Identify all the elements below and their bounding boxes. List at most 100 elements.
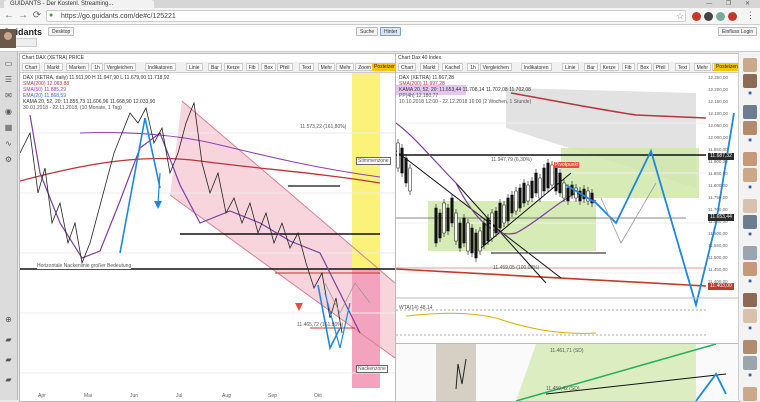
document-icon[interactable]: ◼: [745, 325, 755, 330]
x-tick-label: Mai: [84, 393, 92, 399]
toolbar-button[interactable]: Mehr: [693, 63, 711, 71]
avatar[interactable]: [743, 215, 757, 229]
toolbar-button[interactable]: Fib: [245, 63, 259, 71]
toolbar-button[interactable]: Fib: [621, 63, 635, 71]
candle: [446, 207, 450, 232]
url-bar[interactable]: https://go.guidants.com/de#c/125221: [46, 10, 686, 22]
avatar[interactable]: [743, 387, 757, 401]
window-controls[interactable]: — ❐ ✕: [706, 0, 756, 8]
document-icon[interactable]: ◼: [745, 137, 755, 142]
toolbar-button[interactable]: Linie: [186, 63, 203, 71]
toolbar-button[interactable]: Markt: [420, 63, 439, 71]
toolbar-button[interactable]: Chart: [398, 63, 417, 71]
avatar[interactable]: [743, 105, 757, 119]
resistance-zone: [352, 73, 380, 268]
eye-icon[interactable]: ◉: [3, 106, 14, 117]
pivot-label: Pivotpunkt: [554, 162, 580, 168]
candle: [442, 202, 446, 234]
add-icon[interactable]: ⊕: [3, 314, 14, 325]
browser-tab[interactable]: GUIDANTS - Der Kostenl. Streaming...: [4, 0, 154, 8]
x-tick-label: Aug: [222, 393, 231, 399]
document-icon[interactable]: ◼: [745, 278, 755, 283]
toolbar-button[interactable]: Bar: [208, 63, 222, 71]
candle: [522, 182, 526, 204]
avatar[interactable]: [743, 246, 757, 260]
candle: [458, 222, 462, 249]
legend-entry: 30.01.2018 - 22.11.2018, (10 Monate, 1 T…: [23, 105, 122, 111]
toolbar-button[interactable]: Marken: [66, 63, 89, 71]
toolbar-button[interactable]: Vergleichen: [103, 63, 136, 71]
back-arrow-icon[interactable]: ←: [3, 10, 15, 22]
toolbar-button[interactable]: Kerze: [223, 63, 243, 71]
toolbar-button[interactable]: Mehr: [317, 63, 335, 71]
left-chart-canvas[interactable]: Apr Mai Jun Jul Aug Sep Okt: [20, 73, 395, 401]
hinter-button[interactable]: Hinter: [380, 27, 402, 36]
folder-icon[interactable]: ▰: [3, 374, 14, 385]
avatar[interactable]: [743, 58, 757, 72]
toolbar-button[interactable]: Text: [674, 63, 690, 71]
toolbar-button[interactable]: 1h: [467, 63, 479, 71]
chart-icon[interactable]: ∿: [3, 138, 14, 149]
extension-icon[interactable]: [716, 12, 725, 21]
toolbar-button[interactable]: Bar: [584, 63, 598, 71]
right-chart-canvas[interactable]: 12.250,00 12.200,00 12.150,00 12.100,00 12.0…: [396, 73, 739, 344]
avatar[interactable]: [743, 168, 757, 182]
avatar[interactable]: [743, 293, 757, 307]
extension-icon[interactable]: [704, 12, 713, 21]
reload-icon[interactable]: ⟳: [31, 10, 43, 22]
monitor-icon[interactable]: ▭: [3, 58, 14, 69]
avatar[interactable]: [743, 152, 757, 166]
toolbar-button[interactable]: Indikatoren: [520, 63, 552, 71]
toolbar-button[interactable]: Pfeil: [276, 63, 293, 71]
people-icon[interactable]: ☰: [3, 74, 14, 85]
toolbar-button[interactable]: Vergleichen: [479, 63, 512, 71]
document-icon[interactable]: ◼: [745, 184, 755, 189]
candle: [396, 142, 400, 169]
toolbar-button[interactable]: Kachel: [442, 63, 464, 71]
folder-icon[interactable]: ▰: [3, 354, 14, 365]
toolbar-button[interactable]: Text: [298, 63, 314, 71]
right-chart-badge[interactable]: Posteizen: [714, 63, 739, 71]
y-tick-label: 11.500,00: [708, 255, 728, 260]
desktop-button[interactable]: Desktop: [48, 27, 75, 36]
menu-icon[interactable]: ⋮: [746, 10, 755, 21]
toolbar-button[interactable]: Markt: [44, 63, 63, 71]
search-button[interactable]: Suche: [356, 27, 379, 36]
star-icon[interactable]: ☆: [676, 11, 684, 22]
toolbar-button[interactable]: Mehr: [336, 63, 354, 71]
toolbar-button[interactable]: 1h: [91, 63, 103, 71]
folder-icon[interactable]: ▰: [3, 334, 14, 345]
chat-icon[interactable]: ✉: [3, 90, 14, 101]
toolbar-button[interactable]: Box: [637, 63, 652, 71]
toolbar-button[interactable]: Chart: [22, 63, 41, 71]
forward-arrow-icon[interactable]: →: [17, 10, 29, 22]
left-chart-badge[interactable]: Posteizen: [372, 63, 395, 71]
toolbar-button[interactable]: Kerze: [599, 63, 619, 71]
extension-icon[interactable]: [728, 12, 737, 21]
calendar-icon[interactable]: ▦: [3, 122, 14, 133]
document-icon[interactable]: ◼: [745, 231, 755, 236]
indicator-label: WTA(14) 48,14: [399, 305, 433, 311]
url-text: https://go.guidants.com/de#c/125221: [61, 13, 176, 20]
user-login-button[interactable]: Einfluss Login: [718, 27, 758, 36]
candle: [550, 164, 554, 186]
y-tick-label: 12.150,00: [708, 99, 729, 104]
candle: [408, 167, 412, 192]
avatar[interactable]: [743, 74, 757, 88]
document-icon[interactable]: ◼: [745, 372, 755, 377]
avatar[interactable]: [743, 340, 757, 354]
candle: [582, 188, 586, 200]
settings-icon[interactable]: ⚙: [3, 154, 14, 165]
toolbar-button[interactable]: Indikatoren: [144, 63, 176, 71]
avatar[interactable]: [743, 121, 757, 135]
avatar[interactable]: [743, 199, 757, 213]
avatar[interactable]: [743, 309, 757, 323]
toolbar-button[interactable]: Pfeil: [652, 63, 669, 71]
adblock-icon[interactable]: [692, 12, 701, 21]
toolbar-button[interactable]: Box: [261, 63, 276, 71]
avatar[interactable]: [743, 356, 757, 370]
document-icon[interactable]: ◼: [745, 90, 755, 95]
avatar[interactable]: [743, 262, 757, 276]
y-tick-label: 12.000,00: [708, 135, 729, 140]
toolbar-button[interactable]: Linie: [562, 63, 579, 71]
